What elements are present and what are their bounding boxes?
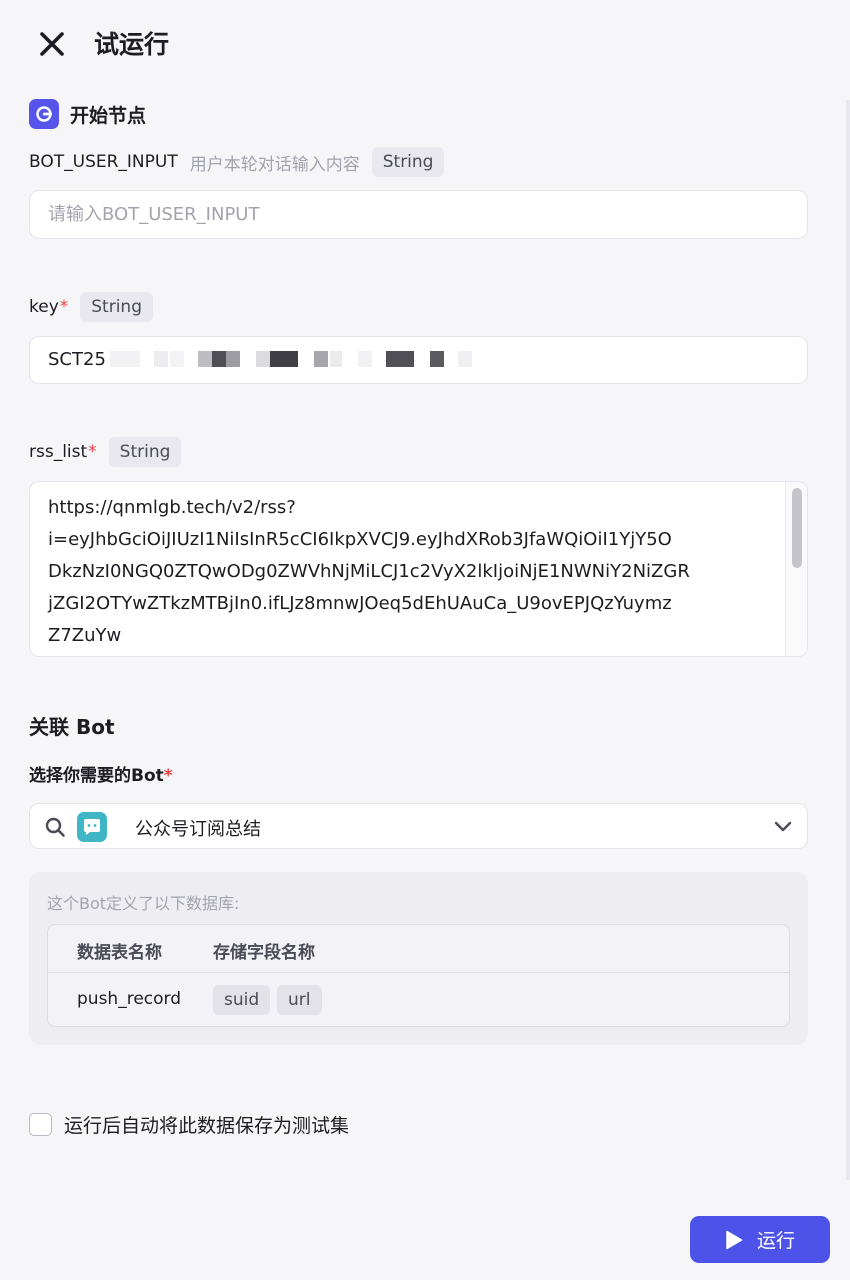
bot-select-label-text: 选择你需要的Bot [29,766,164,786]
field-chip: url [277,985,322,1015]
close-icon [40,32,64,56]
database-panel: 这个Bot定义了以下数据库: 数据表名称 存储字段名称 push_record … [29,872,808,1045]
redacted-block [330,351,342,367]
bot-user-input-type-tag: String [371,147,445,177]
redacted-block [212,351,226,367]
rss-list-scrollbar[interactable] [785,482,807,656]
database-table: 数据表名称 存储字段名称 push_record suid url [47,924,790,1027]
field-chip: suid [213,985,271,1015]
bot-user-input-label: BOT_USER_INPUT [29,152,178,172]
chevron-down-icon [774,821,792,832]
selected-bot-name: 公众号订阅总结 [135,819,261,840]
redacted-block [110,351,140,367]
key-required-mark: * [59,297,69,317]
redacted-block [226,351,240,367]
redacted-block [386,351,414,367]
bot-user-input-label-row: BOT_USER_INPUT 用户本轮对话输入内容 String [29,146,445,178]
redacted-block [154,351,168,367]
save-as-testset-checkbox[interactable] [29,1112,52,1136]
bot-select-label: 选择你需要的Bot* [29,761,173,786]
page-title: 试运行 [94,30,170,59]
rss-list-textarea[interactable]: https://qnmlgb.tech/v2/rss? i=eyJhbGciOi… [29,481,808,657]
rss-list-required-mark: * [88,442,97,462]
table-name-cell: push_record [77,989,182,1009]
redacted-block [358,351,372,367]
bot-select-dropdown[interactable]: 公众号订阅总结 [29,803,808,849]
play-icon [726,1230,743,1249]
redacted-block [458,351,472,367]
database-note: 这个Bot定义了以下数据库: [47,894,240,913]
bot-user-input-description: 用户本轮对话输入内容 [189,154,360,175]
close-button[interactable] [34,26,70,62]
bot-user-input-field[interactable] [30,191,807,238]
rss-list-label: rss_list [29,442,88,462]
run-button[interactable]: 运行 [690,1216,830,1263]
key-value: SCT25 [48,349,106,370]
key-type-tag: String [80,292,153,322]
bot-section-title: 关联 Bot [29,715,115,739]
redacted-block [198,351,212,367]
redacted-block [270,351,298,367]
redacted-block [256,351,270,367]
bot-user-input-field-box [29,190,808,239]
column-header-table-name: 数据表名称 [77,943,162,963]
save-as-testset-option[interactable]: 运行后自动将此数据保存为测试集 [29,1111,349,1137]
redacted-block [314,351,328,367]
header: 试运行 [0,0,850,90]
redacted-block [170,351,184,367]
scroll-thumb[interactable] [792,488,802,568]
rss-list-value: https://qnmlgb.tech/v2/rss? i=eyJhbGciOi… [48,497,690,646]
bot-avatar-icon [77,812,107,842]
redacted-block [430,351,444,367]
start-node-title: 开始节点 [70,104,147,127]
start-node-header: 开始节点 [29,98,146,130]
key-label-row: key * String [29,291,153,323]
rss-list-type-tag: String [108,437,182,467]
bot-select-required-mark: * [163,766,173,786]
rss-list-label-row: rss_list * String [29,436,182,468]
key-label: key [29,297,59,317]
run-button-label: 运行 [756,1231,795,1252]
table-row: push_record suid url [48,973,789,1026]
start-node-icon [29,99,59,129]
save-as-testset-label: 运行后自动将此数据保存为测试集 [64,1114,350,1137]
column-header-field-names: 存储字段名称 [213,943,315,963]
key-field[interactable]: SCT25 [29,336,808,384]
search-icon [45,817,65,837]
panel-edge [846,100,850,1180]
database-table-header: 数据表名称 存储字段名称 [48,925,789,973]
